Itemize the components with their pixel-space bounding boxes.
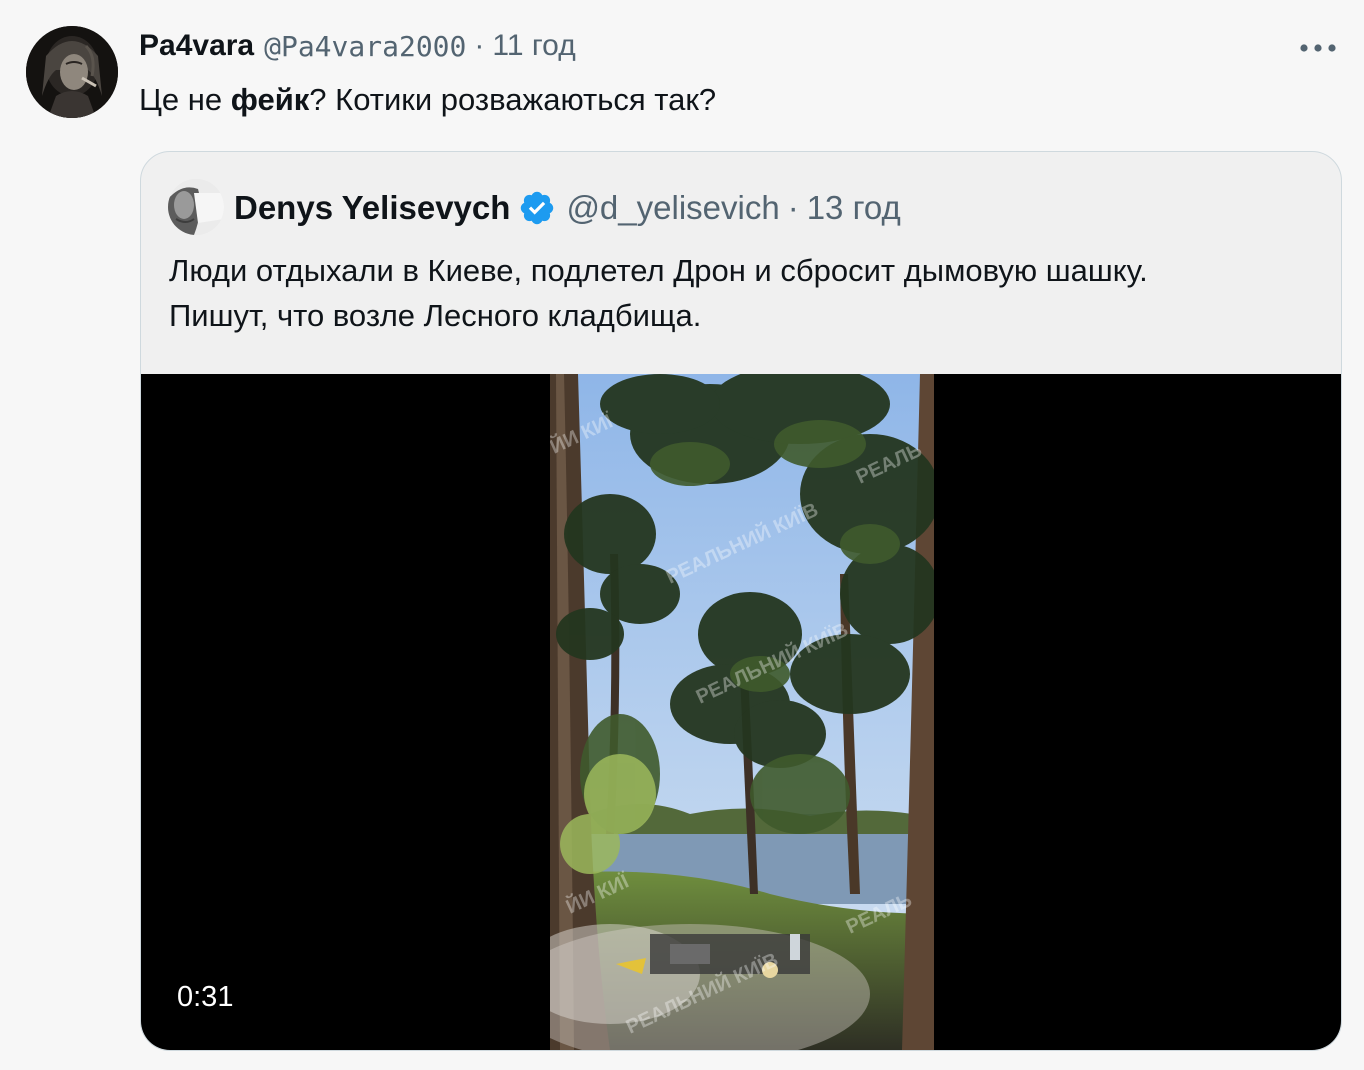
video-player[interactable]: РЕАЛЬНИЙ КИЇВ РЕАЛЬНИЙ КИЇВ РЕАЛЬ РЕАЛЬ …	[141, 374, 1341, 1050]
author-avatar[interactable]	[26, 26, 118, 118]
tweet-text-part: ? Котики розважаються так?	[309, 82, 717, 117]
video-frame-image: РЕАЛЬНИЙ КИЇВ РЕАЛЬНИЙ КИЇВ РЕАЛЬ РЕАЛЬ …	[550, 374, 934, 1050]
quoted-text-line: Люди отдыхали в Киеве, подлетел Дрон и с…	[169, 253, 1148, 288]
tweet-text-part: Це не	[139, 82, 231, 117]
tweet-text: Це не фейк? Котики розважаються так?	[139, 78, 716, 122]
video-thumbnail: РЕАЛЬНИЙ КИЇВ РЕАЛЬНИЙ КИЇВ РЕАЛЬ РЕАЛЬ …	[550, 374, 934, 1050]
video-duration: 0:31	[177, 980, 234, 1013]
quoted-avatar-image	[168, 179, 224, 235]
more-dots-icon	[1300, 44, 1336, 52]
quoted-text-line: Пишут, что возле Лесного кладбища.	[169, 298, 702, 333]
more-options-button[interactable]	[1298, 36, 1338, 60]
timestamp[interactable]: 11 год	[492, 29, 575, 63]
quoted-tweet[interactable]: Denys Yelisevych @d_yelisevich · 13 год …	[140, 151, 1342, 1051]
user-avatar-image	[26, 26, 118, 118]
quoted-tweet-header: Denys Yelisevych @d_yelisevich · 13 год	[234, 187, 901, 229]
tweet-text-bold: фейк	[230, 82, 310, 117]
separator-dot: ·	[474, 29, 485, 62]
quoted-timestamp: 13 год	[806, 189, 901, 226]
author-name[interactable]: Pa4vara	[139, 29, 254, 63]
quoted-author-name: Denys Yelisevych	[234, 189, 511, 226]
quoted-author-handle: @d_yelisevich	[566, 189, 780, 226]
quoted-author-avatar[interactable]	[168, 179, 224, 235]
verified-badge-icon	[518, 189, 556, 227]
author-handle[interactable]: @Pa4vara2000	[264, 30, 466, 63]
separator-dot: ·	[787, 189, 799, 226]
tweet-header: Pa4vara @Pa4vara2000 · 11 год	[139, 26, 576, 66]
quoted-tweet-text: Люди отдыхали в Киеве, подлетел Дрон и с…	[169, 248, 1319, 338]
tweet-article[interactable]: Pa4vara @Pa4vara2000 · 11 год Це не фейк…	[0, 0, 1364, 1070]
